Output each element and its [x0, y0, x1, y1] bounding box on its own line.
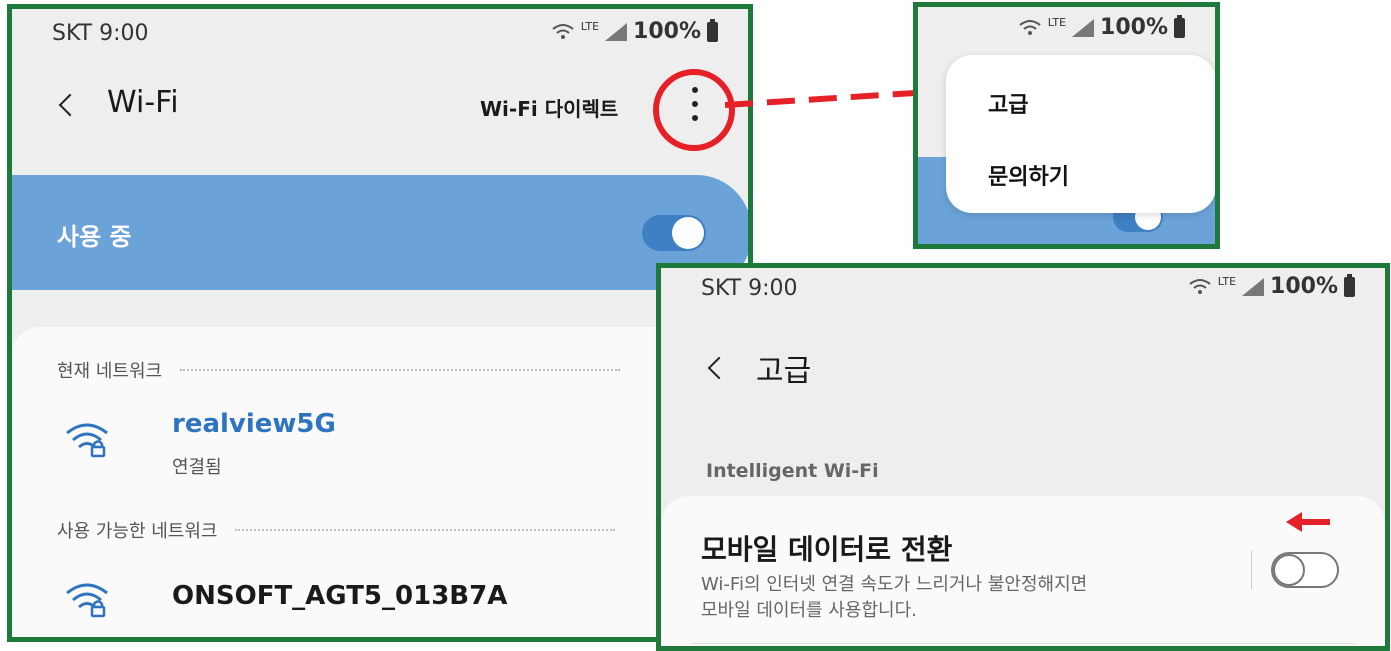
- setting-title: 모바일 데이터로 전환: [701, 533, 953, 566]
- wifi-toggle[interactable]: [642, 215, 706, 251]
- battery-percent: 100%: [633, 19, 701, 44]
- wifi-screen-panel: SKT 9:00 LTE 100% Wi-Fi Wi-Fi 다이렉트 사용 중 …: [7, 4, 753, 642]
- wifi-signal-icon: [552, 23, 574, 39]
- wifi-master-switch[interactable]: 사용 중: [12, 175, 748, 290]
- available-networks-header: 사용 가능한 네트워크: [57, 517, 616, 543]
- page-title: Wi-Fi: [107, 85, 179, 120]
- overflow-menu: 고급 문의하기: [946, 55, 1215, 213]
- mobile-data-switch-toggle[interactable]: [1271, 552, 1339, 588]
- battery-percent: 100%: [1100, 15, 1168, 40]
- status-carrier-time: SKT 9:00: [701, 276, 798, 301]
- status-bar: LTE 100%: [918, 7, 1215, 47]
- app-bar: Wi-Fi Wi-Fi 다이렉트: [12, 69, 748, 139]
- cell-signal-icon: [1072, 18, 1095, 37]
- current-network-status: 연결됨: [172, 457, 222, 478]
- battery-percent: 100%: [1270, 274, 1338, 299]
- section-header: Intelligent Wi-Fi: [706, 460, 879, 482]
- red-arrow-left-icon: [1286, 512, 1330, 532]
- wifi-lock-icon: [66, 423, 108, 458]
- battery-icon: [1174, 14, 1185, 38]
- battery-icon: [1344, 273, 1355, 297]
- advanced-screen-panel: SKT 9:00 LTE 100% 고급 Intelligent Wi-Fi 모…: [656, 263, 1390, 651]
- back-icon[interactable]: [707, 356, 731, 380]
- setting-description: Wi-Fi의 인터넷 연결 속도가 느리거나 불안정해지면 모바일 데이터를 사…: [701, 574, 1088, 621]
- status-bar: SKT 9:00 LTE 100%: [12, 9, 748, 55]
- menu-item-contact-us[interactable]: 문의하기: [988, 159, 1069, 191]
- wifi-direct-button[interactable]: Wi-Fi 다이렉트: [480, 93, 618, 122]
- menu-item-advanced[interactable]: 고급: [988, 87, 1028, 119]
- current-network-name[interactable]: realview5G: [172, 409, 336, 439]
- wifi-signal-icon: [1189, 278, 1211, 294]
- wifi-enabled-label: 사용 중: [57, 223, 132, 251]
- overflow-menu-panel: LTE 100% 고급 문의하기: [913, 2, 1220, 249]
- network-type: LTE: [580, 20, 600, 33]
- status-carrier-time: SKT 9:00: [52, 21, 149, 46]
- divider: [691, 643, 1355, 644]
- wifi-signal-icon: [1019, 19, 1041, 35]
- switch-to-mobile-data-setting[interactable]: 모바일 데이터로 전환 Wi-Fi의 인터넷 연결 속도가 느리거나 불안정해지…: [661, 496, 1385, 646]
- back-icon[interactable]: [58, 93, 82, 117]
- network-type: LTE: [1047, 16, 1067, 29]
- battery-icon: [707, 18, 718, 42]
- dashed-connector-line: [725, 90, 916, 108]
- current-network-header: 현재 네트워크: [57, 357, 621, 383]
- status-bar: SKT 9:00 LTE 100%: [661, 268, 1385, 314]
- available-network-name[interactable]: ONSOFT_AGT5_013B7A: [172, 581, 507, 611]
- divider: [1251, 551, 1252, 589]
- wifi-lock-icon: [66, 583, 108, 618]
- network-list: 현재 네트워크 realview5G 연결됨 사용 가능한 네트워크 ONSOF…: [12, 327, 748, 637]
- cell-signal-icon: [605, 22, 628, 41]
- highlight-circle: [653, 69, 735, 151]
- network-type: LTE: [1217, 275, 1237, 288]
- cell-signal-icon: [1242, 277, 1265, 296]
- page-title: 고급: [756, 354, 812, 389]
